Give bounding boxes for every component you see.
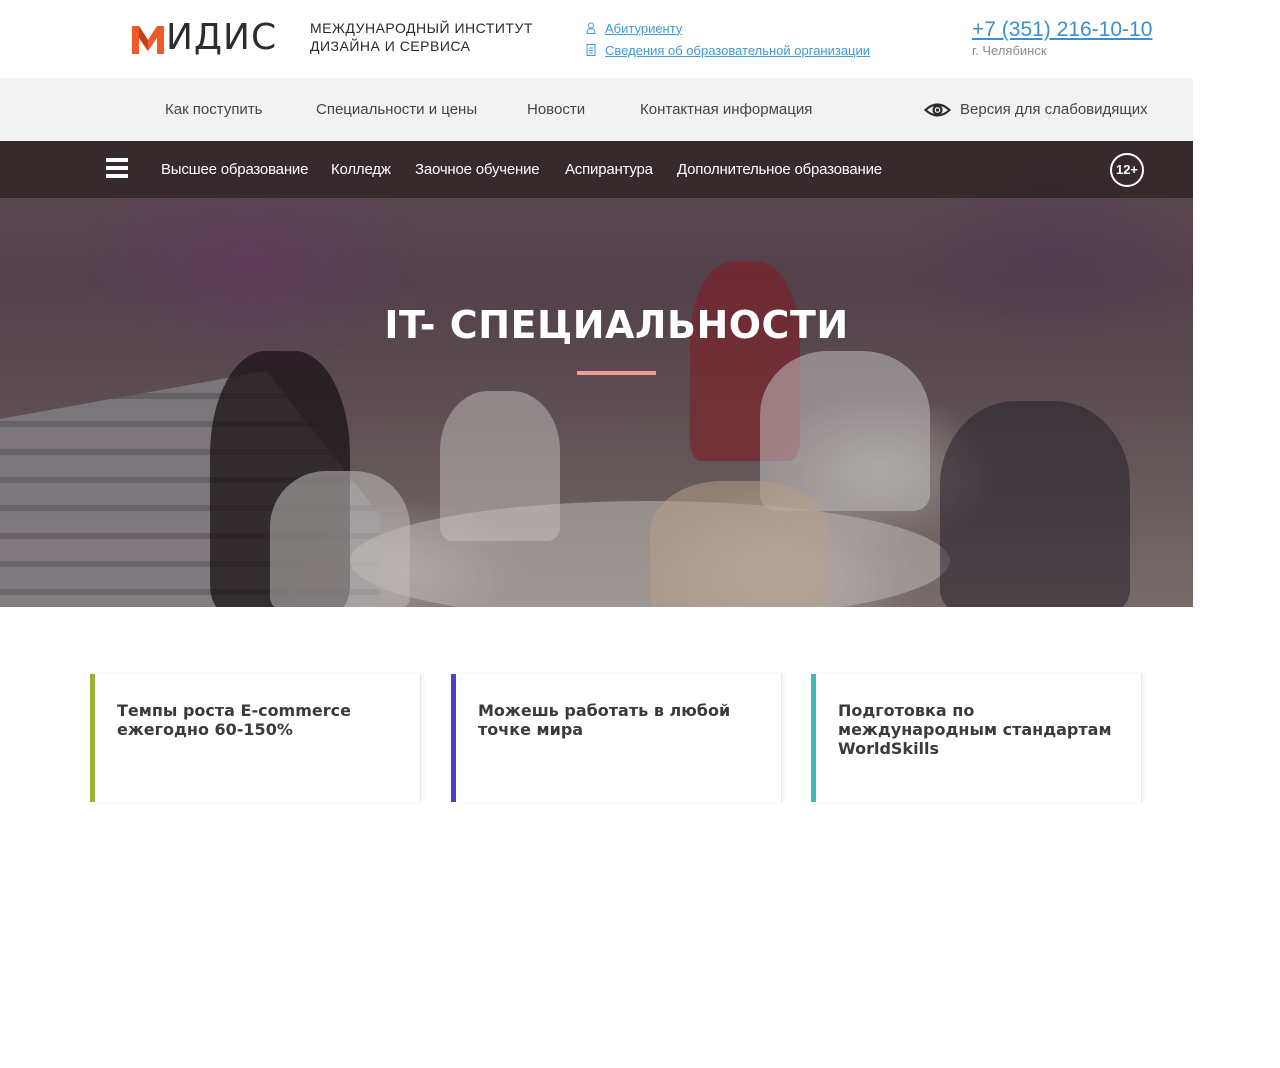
site-logo[interactable]: ИДИС [132,20,277,56]
feature-card: Темпы роста E-commerce ежегодно 60-150% [90,674,421,802]
site-header: ИДИС Международный институт дизайна и се… [0,0,1280,78]
hero-title-underline [577,371,656,375]
feature-card-text: Темпы роста E-commerce ежегодно 60-150% [117,701,351,739]
institute-name-line1: Международный институт [310,20,533,36]
menu-icon[interactable] [106,158,128,180]
user-icon [586,22,596,34]
subnav-item-higher-education[interactable]: Высшее образование [161,141,308,198]
logo-m-icon [132,26,164,54]
subnav-item-correspondence[interactable]: Заочное обучение [415,141,540,198]
feature-card: Подготовка по международным стандартам W… [811,674,1142,802]
institute-name-line2: дизайна и сервиса [310,38,471,54]
hero-banner: Высшее образование Колледж Заочное обуче… [0,141,1193,607]
feature-card: Можешь работать в любой точке мира [451,674,782,802]
nav-item-contacts[interactable]: Контактная информация [640,78,812,141]
document-icon [586,44,596,56]
subnav-item-college[interactable]: Колледж [331,141,391,198]
card-accent-bar [451,674,456,802]
feature-card-text: Можешь работать в любой точке мира [478,701,731,739]
accessibility-version-button[interactable]: Версия для слабовидящих [924,78,1148,141]
eye-icon [924,102,951,117]
nav-item-how-to-apply[interactable]: Как поступить [165,78,263,141]
subnav-item-postgraduate[interactable]: Аспирантура [565,141,653,198]
hero-title: IT- СПЕЦИАЛЬНОСТИ [384,303,849,347]
institute-name: Международный институт дизайна и сервиса [310,19,570,55]
education-subnav: Высшее образование Колледж Заочное обуче… [0,141,1193,198]
accessibility-version-label: Версия для слабовидящих [960,101,1148,118]
feature-card-text: Подготовка по международным стандартам W… [838,701,1112,758]
nav-item-news[interactable]: Новости [527,78,585,141]
main-nav: Как поступить Специальности и цены Новос… [0,78,1193,141]
card-accent-bar [90,674,95,802]
feature-cards: Темпы роста E-commerce ежегодно 60-150% … [90,674,1142,802]
applicant-link-label[interactable]: Абитуриенту [605,21,682,36]
card-accent-bar [811,674,816,802]
top-links: Абитуриенту Сведения об образовательной … [586,17,870,61]
org-info-link[interactable]: Сведения об образовательной организации [586,39,870,61]
phone-link[interactable]: +7 (351) 216-10-10 [972,18,1152,42]
applicant-link[interactable]: Абитуриенту [586,17,870,39]
org-info-link-label[interactable]: Сведения об образовательной организации [605,43,870,58]
city-label: г. Челябинск [972,43,1047,58]
logo-wordmark: ИДИС [166,17,278,58]
nav-item-specialties[interactable]: Специальности и цены [316,78,477,141]
age-rating-badge: 12+ [1110,153,1144,187]
subnav-item-additional-education[interactable]: Дополнительное образование [677,141,882,198]
